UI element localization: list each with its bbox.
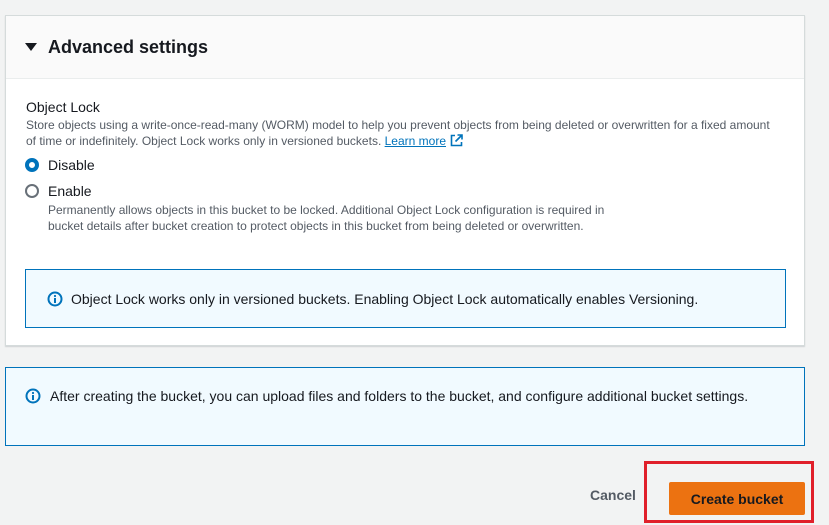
object-lock-label: Object Lock	[26, 99, 100, 115]
bucket-info-alert: After creating the bucket, you can uploa…	[5, 367, 805, 446]
learn-more-link[interactable]: Learn more	[385, 134, 446, 148]
info-icon	[47, 291, 63, 307]
object-lock-description: Store objects using a write-once-read-ma…	[26, 118, 771, 149]
enable-option-description: Permanently allows objects in this bucke…	[48, 203, 605, 233]
cancel-button[interactable]: Cancel	[590, 487, 636, 503]
radio-option-enable[interactable]: Enable	[25, 183, 92, 199]
advanced-settings-header[interactable]: Advanced settings	[6, 16, 804, 79]
disable-radio-label[interactable]: Disable	[48, 157, 95, 173]
info-icon	[25, 388, 41, 404]
radio-option-disable[interactable]: Disable	[25, 157, 95, 173]
caret-down-icon[interactable]	[25, 43, 37, 51]
disable-radio[interactable]	[25, 158, 39, 172]
advanced-settings-title: Advanced settings	[48, 36, 209, 57]
bucket-info-text: After creating the bucket, you can uploa…	[50, 388, 749, 404]
object-lock-info-alert: Object Lock works only in versioned buck…	[25, 269, 786, 328]
create-bucket-button[interactable]: Create bucket	[669, 482, 805, 515]
enable-radio-label[interactable]: Enable	[48, 183, 92, 199]
enable-radio[interactable]	[25, 184, 39, 198]
external-link-icon[interactable]	[450, 133, 463, 147]
object-lock-info-text: Object Lock works only in versioned buck…	[71, 291, 699, 307]
advanced-settings-panel: Advanced settings Object Lock Store obje…	[5, 15, 805, 346]
